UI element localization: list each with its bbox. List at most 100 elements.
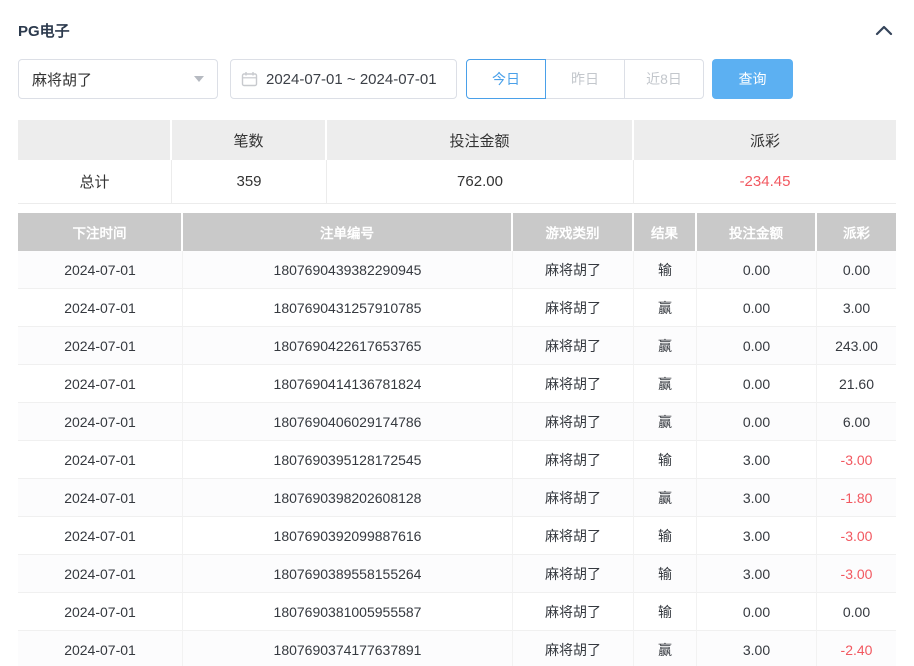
cell-payout: 0.00 xyxy=(817,593,896,631)
cell-bet-id: 1807690389558155264 xyxy=(183,555,513,593)
table-row[interactable]: 2024-07-01 1807690398202608128 麻将胡了 赢 3.… xyxy=(18,479,896,517)
cell-bet-amount: 3.00 xyxy=(697,441,817,479)
cell-payout: 21.60 xyxy=(817,365,896,403)
cell-bet-time: 2024-07-01 xyxy=(18,593,183,631)
table-row[interactable]: 2024-07-01 1807690439382290945 麻将胡了 输 0.… xyxy=(18,251,896,289)
col-header-bet-id: 注单编号 xyxy=(183,213,513,251)
collapse-panel-button[interactable] xyxy=(872,20,896,40)
cell-game-type: 麻将胡了 xyxy=(513,441,634,479)
cell-payout: 0.00 xyxy=(817,251,896,289)
cell-game-type: 麻将胡了 xyxy=(513,251,634,289)
cell-bet-amount: 0.00 xyxy=(697,251,817,289)
game-select[interactable]: 麻将胡了 xyxy=(18,59,218,99)
cell-game-type: 麻将胡了 xyxy=(513,289,634,327)
col-header-bet-time: 下注时间 xyxy=(18,213,183,251)
cell-bet-id: 1807690414136781824 xyxy=(183,365,513,403)
table-row[interactable]: 2024-07-01 1807690431257910785 麻将胡了 赢 0.… xyxy=(18,289,896,327)
summary-table: 笔数 投注金额 派彩 总计 359 762.00 -234.45 xyxy=(18,120,896,204)
cell-payout: -3.00 xyxy=(817,441,896,479)
cell-bet-amount: 0.00 xyxy=(697,289,817,327)
table-row[interactable]: 2024-07-01 1807690406029174786 麻将胡了 赢 0.… xyxy=(18,403,896,441)
cell-game-type: 麻将胡了 xyxy=(513,479,634,517)
cell-result: 赢 xyxy=(634,479,697,517)
cell-bet-time: 2024-07-01 xyxy=(18,365,183,403)
cell-bet-time: 2024-07-01 xyxy=(18,251,183,289)
game-select-value: 麻将胡了 xyxy=(32,69,92,90)
table-row[interactable]: 2024-07-01 1807690389558155264 麻将胡了 输 3.… xyxy=(18,555,896,593)
cell-payout: 243.00 xyxy=(817,327,896,365)
filter-bar: 麻将胡了 2024-07-01 ~ 2024-07-01 今日 昨日 近8日 查… xyxy=(18,59,896,99)
panel-title: PG电子 xyxy=(18,20,70,41)
cell-result: 输 xyxy=(634,517,697,555)
caret-down-icon xyxy=(194,76,204,82)
quick-range-button[interactable]: 昨日 xyxy=(545,59,625,99)
cell-game-type: 麻将胡了 xyxy=(513,593,634,631)
chevron-up-icon xyxy=(875,24,893,36)
cell-payout: -3.00 xyxy=(817,517,896,555)
col-header-game-type: 游戏类别 xyxy=(513,213,634,251)
cell-result: 赢 xyxy=(634,365,697,403)
cell-result: 赢 xyxy=(634,327,697,365)
cell-bet-id: 1807690395128172545 xyxy=(183,441,513,479)
cell-result: 输 xyxy=(634,555,697,593)
cell-bet-amount: 0.00 xyxy=(697,365,817,403)
col-header-result: 结果 xyxy=(634,213,697,251)
summary-header-row: 笔数 投注金额 派彩 xyxy=(18,120,896,160)
cell-bet-amount: 3.00 xyxy=(697,517,817,555)
cell-bet-time: 2024-07-01 xyxy=(18,289,183,327)
cell-bet-id: 1807690406029174786 xyxy=(183,403,513,441)
cell-payout: 6.00 xyxy=(817,403,896,441)
cell-bet-time: 2024-07-01 xyxy=(18,479,183,517)
table-row[interactable]: 2024-07-01 1807690374177637891 麻将胡了 赢 3.… xyxy=(18,631,896,666)
table-row[interactable]: 2024-07-01 1807690422617653765 麻将胡了 赢 0.… xyxy=(18,327,896,365)
cell-bet-amount: 3.00 xyxy=(697,631,817,666)
cell-game-type: 麻将胡了 xyxy=(513,631,634,666)
summary-total-payout: -234.45 xyxy=(634,160,896,204)
cell-payout: -1.80 xyxy=(817,479,896,517)
cell-bet-amount: 3.00 xyxy=(697,479,817,517)
cell-bet-id: 1807690392099887616 xyxy=(183,517,513,555)
table-row[interactable]: 2024-07-01 1807690392099887616 麻将胡了 输 3.… xyxy=(18,517,896,555)
quick-range-group: 今日 昨日 近8日 xyxy=(466,59,704,99)
table-row[interactable]: 2024-07-01 1807690395128172545 麻将胡了 输 3.… xyxy=(18,441,896,479)
col-header-payout: 派彩 xyxy=(817,213,896,251)
cell-bet-id: 1807690398202608128 xyxy=(183,479,513,517)
quick-range-button[interactable]: 近8日 xyxy=(624,59,704,99)
cell-bet-time: 2024-07-01 xyxy=(18,327,183,365)
cell-result: 赢 xyxy=(634,403,697,441)
calendar-icon xyxy=(241,71,258,87)
bet-table: 下注时间 注单编号 游戏类别 结果 投注金额 派彩 2024-07-01 180… xyxy=(18,213,896,666)
cell-bet-amount: 0.00 xyxy=(697,327,817,365)
cell-game-type: 麻将胡了 xyxy=(513,327,634,365)
cell-bet-time: 2024-07-01 xyxy=(18,517,183,555)
quick-range-button[interactable]: 今日 xyxy=(466,59,546,99)
cell-bet-id: 1807690381005955587 xyxy=(183,593,513,631)
table-row[interactable]: 2024-07-01 1807690381005955587 麻将胡了 输 0.… xyxy=(18,593,896,631)
cell-payout: -3.00 xyxy=(817,555,896,593)
cell-bet-amount: 0.00 xyxy=(697,403,817,441)
cell-game-type: 麻将胡了 xyxy=(513,555,634,593)
cell-bet-amount: 3.00 xyxy=(697,555,817,593)
date-range-input[interactable]: 2024-07-01 ~ 2024-07-01 xyxy=(230,59,457,99)
cell-result: 输 xyxy=(634,441,697,479)
summary-total-bet-amount: 762.00 xyxy=(327,160,634,204)
cell-bet-id: 1807690374177637891 xyxy=(183,631,513,666)
col-header-bet-amount: 投注金额 xyxy=(697,213,817,251)
date-range-value: 2024-07-01 ~ 2024-07-01 xyxy=(266,71,437,88)
summary-header-count: 笔数 xyxy=(172,120,327,160)
pg-panel: PG电子 麻将胡了 2024-07-01 ~ 202 xyxy=(0,0,914,666)
summary-header-bet-amount: 投注金额 xyxy=(327,120,634,160)
cell-bet-time: 2024-07-01 xyxy=(18,403,183,441)
search-button[interactable]: 查询 xyxy=(712,59,793,99)
bet-table-header: 下注时间 注单编号 游戏类别 结果 投注金额 派彩 xyxy=(18,213,896,251)
cell-result: 输 xyxy=(634,251,697,289)
cell-payout: -2.40 xyxy=(817,631,896,666)
cell-bet-time: 2024-07-01 xyxy=(18,555,183,593)
cell-game-type: 麻将胡了 xyxy=(513,517,634,555)
table-row[interactable]: 2024-07-01 1807690414136781824 麻将胡了 赢 0.… xyxy=(18,365,896,403)
cell-bet-id: 1807690422617653765 xyxy=(183,327,513,365)
summary-total-count: 359 xyxy=(172,160,327,204)
cell-bet-id: 1807690439382290945 xyxy=(183,251,513,289)
summary-total-row: 总计 359 762.00 -234.45 xyxy=(18,160,896,204)
cell-bet-id: 1807690431257910785 xyxy=(183,289,513,327)
